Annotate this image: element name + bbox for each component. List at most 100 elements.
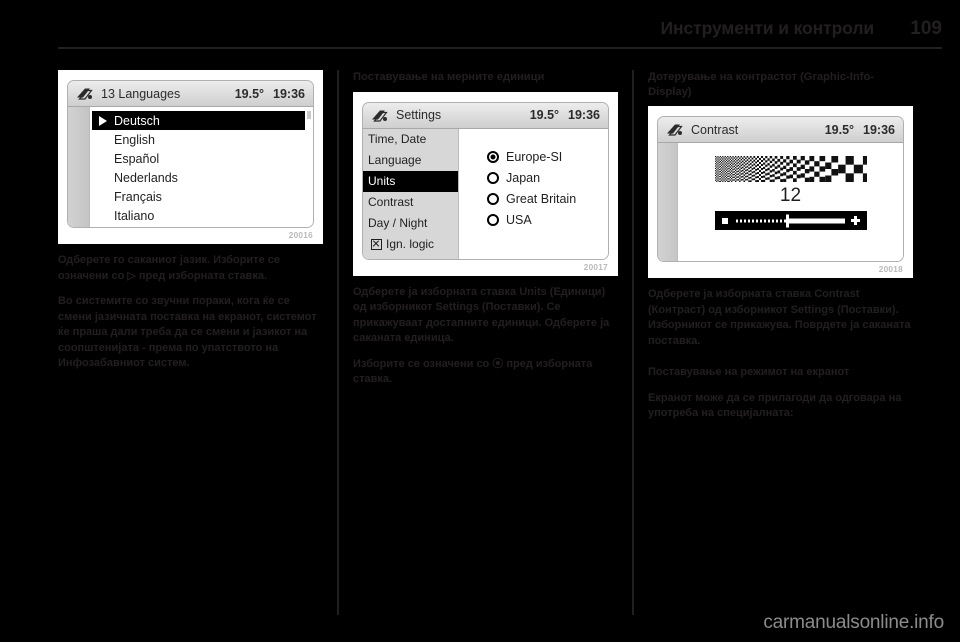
dic-screen-settings: Settings 19.5° 19:36 Time, Date Language — [362, 101, 609, 260]
content-columns: 13 Languages 19.5° 19:36 Deutsch English… — [58, 70, 942, 615]
settings-area: Time, Date Language Units Contrast Day /… — [363, 128, 608, 259]
screen-title-text: 13 Languages — [101, 86, 181, 101]
column-left: 13 Languages 19.5° 19:36 Deutsch English… — [58, 70, 323, 615]
column-divider — [323, 70, 353, 615]
page-number: 109 — [910, 18, 942, 39]
page-header: Инструменти и контроли 109 — [58, 18, 942, 40]
sub-heading: Поставување на режимот на екранот — [648, 366, 850, 378]
screen-temperature: 19.5° — [824, 122, 855, 137]
contrast-body: 12 — [678, 143, 903, 261]
paragraph: Екранот може да се прилагоди да одговара… — [648, 391, 902, 420]
list-item[interactable]: English — [90, 130, 313, 149]
radio-label: Europe-SI — [506, 150, 563, 164]
paragraph: Во системите со звучни пораки, кога ќе с… — [58, 295, 317, 369]
figure-number: 20017 — [362, 259, 609, 272]
menu-item-label: Units — [368, 174, 396, 188]
car-info-icon — [372, 110, 388, 122]
radio-label: USA — [506, 213, 532, 227]
page-title: Инструменти и контроли — [660, 18, 875, 38]
contrast-slider[interactable] — [714, 211, 867, 230]
list-rail — [68, 107, 90, 227]
figure-contrast: Contrast 19.5° 19:36 12 20018 — [648, 106, 913, 278]
menu-item-language[interactable]: Language — [363, 150, 458, 171]
selection-arrow-icon — [99, 115, 107, 126]
section-heading: Поставување на мерните единици — [353, 71, 545, 83]
menu-item-label: Time, Date — [368, 132, 427, 146]
manual-page: Инструменти и контроли 109 13 Languages — [0, 0, 960, 642]
paragraph: Изборите се означени со ⦿ пред изборната… — [353, 357, 593, 386]
settings-menu[interactable]: Time, Date Language Units Contrast Day /… — [363, 128, 459, 259]
menu-item-label: Ign. logic — [386, 237, 435, 251]
radio-icon[interactable] — [487, 214, 499, 226]
list-item[interactable]: Español — [90, 149, 313, 168]
radio-label: Great Britain — [506, 192, 577, 206]
radio-option-japan[interactable]: Japan — [487, 168, 608, 189]
list-item-label: Español — [114, 151, 160, 166]
list-item-label: Italiano — [114, 208, 155, 223]
menu-item-day-night[interactable]: Day / Night — [363, 213, 458, 234]
screen-titlebar: Settings 19.5° 19:36 — [363, 102, 608, 129]
menu-item-time-date[interactable]: Time, Date — [363, 129, 458, 150]
header-divider — [58, 47, 942, 49]
column-right: Дотерување на контрастот (Graphic-Info-D… — [648, 70, 913, 615]
menu-item-contrast[interactable]: Contrast — [363, 192, 458, 213]
list-item-label: English — [114, 132, 155, 147]
figure-number: 20016 — [67, 228, 314, 240]
radio-icon[interactable] — [487, 193, 499, 205]
paragraph: Одберете го саканиот јазик. Изборите се … — [58, 254, 280, 282]
slider-track[interactable] — [734, 214, 845, 227]
column-divider — [618, 70, 648, 615]
menu-item-label: Day / Night — [368, 216, 428, 230]
minus-icon[interactable] — [721, 217, 728, 224]
list-rail — [658, 143, 678, 261]
list-item[interactable]: Deutsch — [92, 111, 305, 130]
language-list-area: Deutsch English Español Nederlands Franç… — [68, 107, 313, 227]
menu-item-label: Language — [368, 153, 422, 167]
contrast-pattern — [714, 156, 867, 182]
contrast-area: 12 — [658, 143, 903, 261]
paragraph: Одберете ја изборната ставка Contrast (К… — [648, 288, 911, 347]
checkbox-checked-icon[interactable] — [371, 238, 382, 250]
radio-icon[interactable] — [487, 172, 499, 184]
dic-screen-contrast: Contrast 19.5° 19:36 12 — [657, 116, 904, 262]
car-info-icon — [667, 124, 683, 136]
screen-clock: 19:36 — [568, 108, 600, 122]
screen-title-text: Settings — [396, 108, 442, 122]
list-item-label: Français — [114, 189, 162, 204]
menu-item-label: Contrast — [368, 195, 414, 209]
radio-option-great-britain[interactable]: Great Britain — [487, 189, 608, 210]
car-info-icon — [77, 88, 93, 100]
contrast-value: 12 — [779, 185, 802, 206]
menu-item-units[interactable]: Units — [363, 170, 458, 192]
radio-label: Japan — [506, 171, 541, 185]
radio-selected-icon[interactable] — [487, 151, 499, 163]
plus-icon[interactable] — [850, 216, 860, 225]
figure-settings: Settings 19.5° 19:36 Time, Date Language — [353, 91, 618, 276]
radio-option-europe-si[interactable]: Europe-SI — [487, 147, 608, 168]
language-list[interactable]: Deutsch English Español Nederlands Franç… — [90, 107, 313, 227]
dic-screen-languages: 13 Languages 19.5° 19:36 Deutsch English… — [67, 80, 314, 228]
paragraph: Одберете ја изборната ставка Units (Един… — [353, 285, 610, 345]
units-option-group[interactable]: Europe-SI Japan Great Britain USA — [459, 129, 608, 259]
radio-option-usa[interactable]: USA — [487, 210, 608, 231]
figure-number: 20018 — [657, 262, 904, 274]
list-item[interactable]: Nederlands — [90, 168, 313, 187]
screen-titlebar: Contrast 19.5° 19:36 — [658, 117, 903, 143]
list-item[interactable]: Français — [90, 187, 313, 206]
figure-languages: 13 Languages 19.5° 19:36 Deutsch English… — [58, 70, 323, 244]
list-item[interactable]: Italiano — [90, 206, 313, 225]
screen-titlebar: 13 Languages 19.5° 19:36 — [68, 81, 313, 107]
list-item-label: Nederlands — [114, 170, 178, 185]
screen-temperature: 19.5° — [529, 108, 560, 122]
column-middle: Поставување на мерните единици Settings … — [353, 70, 618, 615]
site-watermark: carmanualsonline.info — [763, 612, 944, 633]
list-item-label: Deutsch — [114, 113, 160, 128]
section-heading: Дотерување на контрастот (Graphic-Info-D… — [648, 71, 875, 98]
screen-title-text: Contrast — [691, 122, 739, 137]
scrollbar[interactable] — [307, 111, 311, 119]
slider-dotted-section — [735, 219, 789, 222]
slider-filled-section — [786, 218, 845, 223]
menu-item-ign-logic[interactable]: Ign. logic — [363, 234, 458, 255]
screen-clock: 19:36 — [273, 86, 305, 101]
slider-knob[interactable] — [785, 214, 789, 227]
